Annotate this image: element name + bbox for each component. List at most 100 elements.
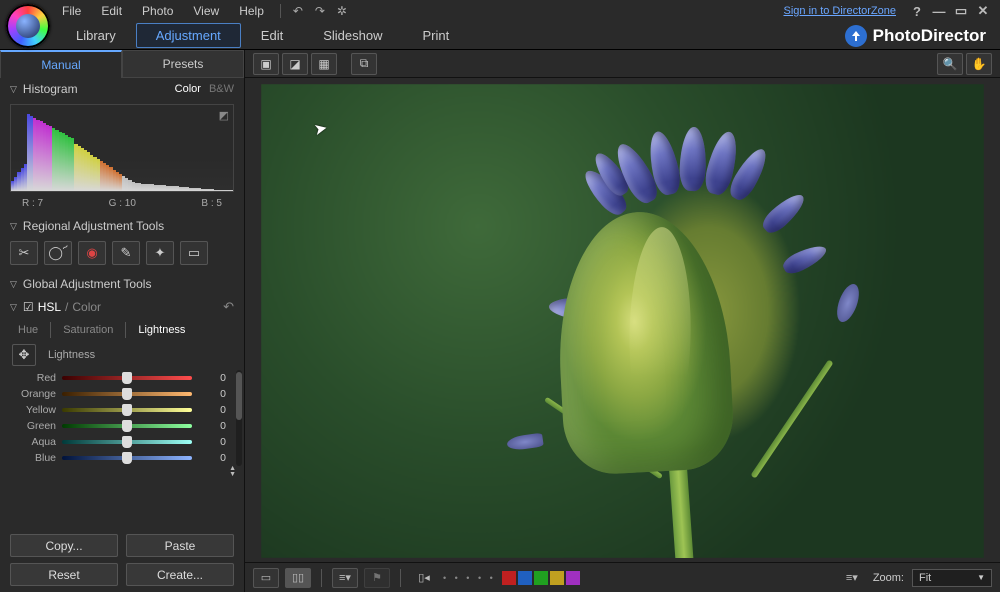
undo-icon[interactable]: ↶ <box>289 2 307 20</box>
slider-thumb[interactable] <box>122 372 132 384</box>
color-chip[interactable] <box>518 571 532 585</box>
close-icon[interactable]: ✕ <box>975 4 991 18</box>
module-edit[interactable]: Edit <box>241 23 303 48</box>
color-chip[interactable] <box>566 571 580 585</box>
module-print[interactable]: Print <box>402 23 469 48</box>
redo-icon[interactable]: ↷ <box>311 2 329 20</box>
section-regional-head[interactable]: ▽ Regional Adjustment Tools <box>0 215 244 237</box>
sort-icon[interactable]: ≡▾ <box>332 568 358 588</box>
hsl-tabs: Hue Saturation Lightness <box>0 319 244 340</box>
menu-edit[interactable]: Edit <box>91 4 132 18</box>
slider-track[interactable] <box>62 424 192 428</box>
target-adjust-icon[interactable]: ✥ <box>12 344 36 366</box>
slider-blue[interactable]: Blue0 <box>0 450 232 466</box>
image-canvas[interactable]: ➤ <box>261 84 984 558</box>
slider-track[interactable] <box>62 408 192 412</box>
crop-tool-icon[interactable]: ✂ <box>10 241 38 265</box>
slider-aqua[interactable]: Aqua0 <box>0 434 232 450</box>
chevron-down-icon: ▼ <box>977 573 985 582</box>
slider-thumb[interactable] <box>122 404 132 416</box>
redeye-tool-icon[interactable]: ◉ <box>78 241 106 265</box>
view-secondary-icon[interactable]: ⧉ <box>351 53 377 75</box>
menu-bar: File Edit Photo View Help ↶ ↷ ✲ Sign in … <box>0 0 1000 22</box>
brush-tool-icon[interactable]: ✎ <box>112 241 140 265</box>
value-spinner[interactable]: ▲▼ <box>229 466 236 478</box>
color-chip[interactable] <box>550 571 564 585</box>
list-menu-icon[interactable]: ≡▾ <box>839 568 865 588</box>
hsl-tab-saturation[interactable]: Saturation <box>57 322 119 338</box>
left-panel: Manual Presets ▽ Histogram Color B&W ◩ R… <box>0 50 245 592</box>
subtab-manual[interactable]: Manual <box>0 50 122 78</box>
copy-button[interactable]: Copy... <box>10 534 118 557</box>
reset-button[interactable]: Reset <box>10 563 118 586</box>
menu-view[interactable]: View <box>183 4 229 18</box>
slider-track[interactable] <box>62 376 192 380</box>
signin-link[interactable]: Sign in to DirectorZone <box>784 5 897 17</box>
brand-up-icon <box>845 25 867 47</box>
flag-icon[interactable]: ⚑ <box>364 568 390 588</box>
view-compare-icon[interactable]: ◪ <box>282 53 308 75</box>
slider-track[interactable] <box>62 392 192 396</box>
color-labels[interactable] <box>502 571 580 585</box>
zoom-label: Zoom: <box>873 572 904 584</box>
color-chip[interactable] <box>534 571 548 585</box>
slider-green[interactable]: Green0 <box>0 418 232 434</box>
slider-orange[interactable]: Orange0 <box>0 386 232 402</box>
slider-label: Blue <box>10 452 56 464</box>
chevron-down-icon: ▽ <box>10 279 17 290</box>
section-histogram-head[interactable]: ▽ Histogram Color B&W <box>0 78 244 100</box>
slider-thumb[interactable] <box>122 388 132 400</box>
histogram-readout: R : 7 G : 10 B : 5 <box>0 196 244 215</box>
slider-scrollbar[interactable] <box>236 370 242 466</box>
zoom-select[interactable]: Fit ▼ <box>912 569 992 587</box>
histogram-mode-color[interactable]: Color <box>175 83 201 95</box>
view-grid-icon[interactable]: ▦ <box>311 53 337 75</box>
hsl-tab-hue[interactable]: Hue <box>12 322 44 338</box>
hsl-header[interactable]: ▽ ☑ HSL / Color ↶ <box>0 295 244 319</box>
slider-track[interactable] <box>62 456 192 460</box>
menu-photo[interactable]: Photo <box>132 4 183 18</box>
hsl-reset-icon[interactable]: ↶ <box>223 299 234 315</box>
slider-yellow[interactable]: Yellow0 <box>0 402 232 418</box>
menu-file[interactable]: File <box>52 4 91 18</box>
pan-tool-icon[interactable]: ✋ <box>966 53 992 75</box>
app-logo-icon <box>6 4 50 48</box>
section-global-head[interactable]: ▽ Global Adjustment Tools <box>0 273 244 295</box>
paste-button[interactable]: Paste <box>126 534 234 557</box>
slider-red[interactable]: Red0 <box>0 370 232 386</box>
film-single-icon[interactable]: ▭ <box>253 568 279 588</box>
hsl-title-hsl: HSL <box>38 300 61 314</box>
create-button[interactable]: Create... <box>126 563 234 586</box>
nav-prev-icon[interactable]: ▯◂ <box>411 568 437 588</box>
slider-thumb[interactable] <box>122 420 132 432</box>
subtab-presets[interactable]: Presets <box>122 50 244 78</box>
settings-gear-icon[interactable]: ✲ <box>333 2 351 20</box>
hsl-title-color[interactable]: Color <box>72 300 101 314</box>
slider-value: 0 <box>198 436 226 448</box>
module-slideshow[interactable]: Slideshow <box>303 23 402 48</box>
slider-thumb[interactable] <box>122 436 132 448</box>
rating-dots[interactable]: • • • • • <box>443 573 496 583</box>
minimize-icon[interactable]: — <box>931 4 947 18</box>
maximize-icon[interactable]: ▭ <box>953 4 969 18</box>
slider-thumb[interactable] <box>122 452 132 464</box>
spot-tool-icon[interactable]: ◯՜ <box>44 241 72 265</box>
gradient-tool-icon[interactable]: ▭ <box>180 241 208 265</box>
menu-help[interactable]: Help <box>229 4 274 18</box>
clone-tool-icon[interactable]: ✦ <box>146 241 174 265</box>
hsl-tab-lightness[interactable]: Lightness <box>132 322 191 338</box>
view-single-icon[interactable]: ▣ <box>253 53 279 75</box>
chevron-down-icon: ▽ <box>10 221 17 232</box>
zoom-tool-icon[interactable]: 🔍 <box>937 53 963 75</box>
regional-tools: ✂ ◯՜ ◉ ✎ ✦ ▭ <box>0 237 244 273</box>
section-regional-label: Regional Adjustment Tools <box>23 219 164 233</box>
film-split-icon[interactable]: ▯▯ <box>285 568 311 588</box>
slider-track[interactable] <box>62 440 192 444</box>
color-chip[interactable] <box>502 571 516 585</box>
histogram-mode-bw[interactable]: B&W <box>209 83 234 95</box>
module-library[interactable]: Library <box>56 23 136 48</box>
module-adjustment[interactable]: Adjustment <box>136 23 241 48</box>
slider-value: 0 <box>198 388 226 400</box>
slider-label: Red <box>10 372 56 384</box>
help-icon[interactable]: ? <box>909 4 925 18</box>
